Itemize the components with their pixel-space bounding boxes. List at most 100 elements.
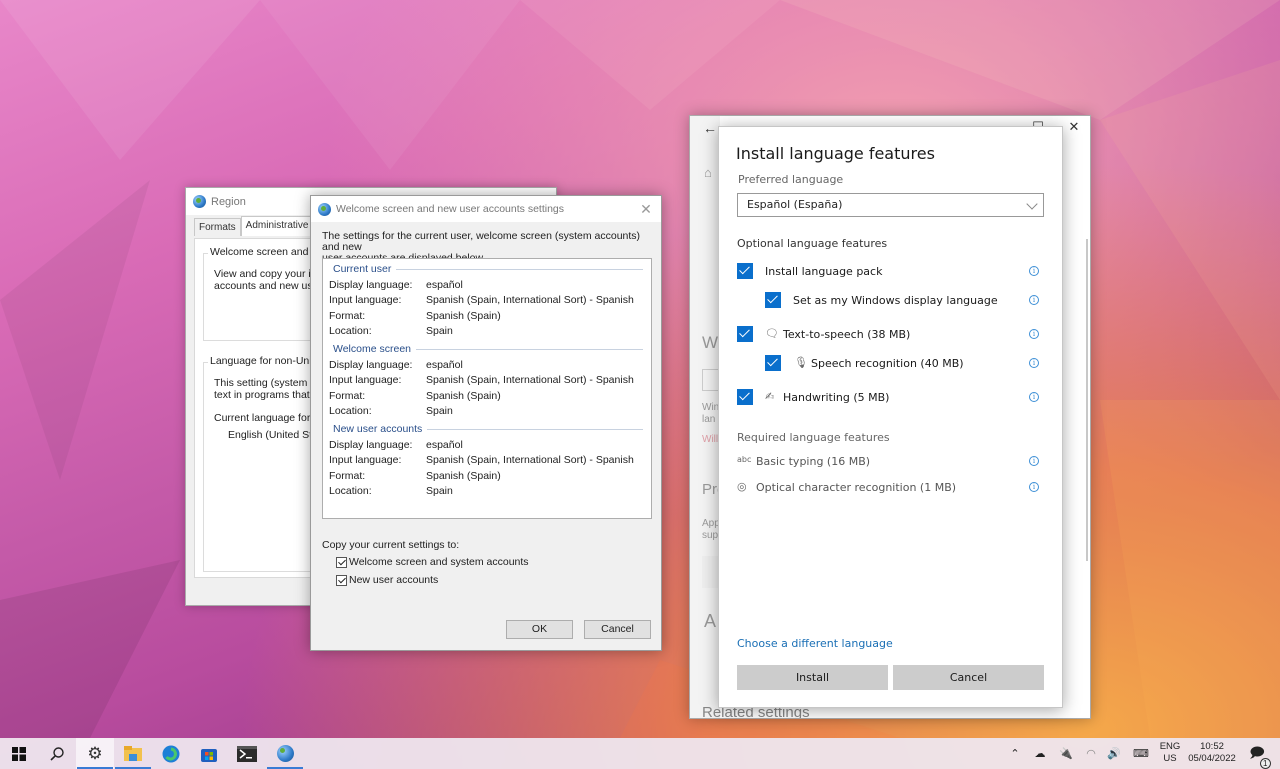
section-current-user: Current user [333, 263, 643, 275]
checkbox-checked-icon[interactable] [336, 574, 347, 586]
settings-summary-box: Current user Display language: español In… [322, 258, 652, 519]
kv-value: Spanish (Spain) [426, 310, 501, 322]
kv-value: español [426, 359, 463, 371]
kv-row: Format: Spanish (Spain) [329, 470, 501, 482]
info-icon[interactable]: i [1029, 482, 1039, 492]
notification-icon: 🗩 1 [1249, 742, 1271, 769]
preferred-language-label: Preferred language [738, 173, 844, 186]
wifi-icon[interactable]: ◠ [1082, 738, 1100, 769]
checkbox-checked-icon[interactable] [765, 292, 781, 308]
checkbox-new-user-accounts[interactable]: New user accounts [336, 574, 438, 586]
kv-key: Location: [329, 405, 372, 417]
copy-settings-label: Copy your current settings to: [322, 539, 460, 551]
install-button[interactable]: Install [737, 665, 888, 690]
taskbar-file-explorer[interactable] [114, 738, 152, 769]
choose-different-language-link[interactable]: Choose a different language [737, 637, 893, 650]
clock[interactable]: 10:52 05/04/2022 [1186, 741, 1238, 765]
kv-value: español [426, 439, 463, 451]
intro-line-1: The settings for the current user, welco… [322, 230, 641, 253]
region-tabs: Formats Administrative [194, 216, 314, 236]
back-arrow-icon[interactable]: ← [703, 120, 717, 136]
peek-text: Win [702, 402, 720, 413]
volume-icon[interactable]: 🔊 [1104, 738, 1124, 769]
handwriting-icon: ✍ [765, 390, 775, 403]
feature-basic-typing: abc Basic typing (16 MB) i [719, 451, 1064, 473]
welcome-group-text-1: View and copy your inte [214, 268, 326, 280]
preferred-language-value: Español (España) [747, 198, 843, 211]
power-icon[interactable]: 🔌 [1056, 738, 1076, 769]
checkbox-checked-icon[interactable] [765, 355, 781, 371]
feature-label: Text-to-speech (38 MB) [783, 328, 911, 341]
peek-heading: A [704, 611, 717, 631]
taskbar-region[interactable] [266, 738, 304, 769]
feature-ocr: ◎ Optical character recognition (1 MB) i [719, 477, 1064, 499]
kv-row: Location: Spain [329, 485, 453, 497]
tab-administrative[interactable]: Administrative [240, 216, 314, 236]
info-icon[interactable]: i [1029, 295, 1039, 305]
taskbar-edge[interactable] [152, 738, 190, 769]
taskbar-store[interactable] [190, 738, 228, 769]
kv-value: Spanish (Spain) [426, 390, 501, 402]
kv-key: Format: [329, 310, 366, 322]
touch-keyboard-icon[interactable]: ⌨ [1130, 738, 1152, 769]
section-heading: Current user [333, 263, 392, 275]
welcome-settings-dialog: Welcome screen and new user accounts set… [310, 195, 662, 651]
section-new-user-accounts: New user accounts [333, 423, 643, 435]
kv-row: Input language: Spanish (Spain, Internati… [329, 374, 634, 386]
feature-set-display-language: Set as my Windows display language i [719, 290, 1064, 312]
show-hidden-icons-button[interactable]: ⌃ [1006, 738, 1024, 769]
checkbox-checked-icon[interactable] [737, 389, 753, 405]
peek-text: sup [702, 530, 719, 541]
onedrive-icon[interactable]: ☁ [1030, 738, 1050, 769]
taskbar-terminal[interactable] [228, 738, 266, 769]
feature-label: Install language pack [765, 265, 883, 278]
scrollbar[interactable] [1086, 239, 1088, 561]
feature-label: Handwriting (5 MB) [783, 391, 890, 404]
welcome-title-bar[interactable]: Welcome screen and new user accounts set… [311, 196, 661, 222]
info-icon[interactable]: i [1029, 329, 1039, 339]
keyboard-layout-code: US [1163, 753, 1177, 764]
kv-key: Input language: [329, 374, 402, 386]
checkbox-checked-icon[interactable] [737, 326, 753, 342]
checkbox-checked-icon[interactable] [336, 556, 347, 568]
cancel-button[interactable]: Cancel [584, 620, 651, 639]
required-features-label: Required language features [737, 431, 890, 444]
section-heading: Welcome screen [333, 343, 412, 355]
checkbox-label: Welcome screen and system accounts [349, 556, 529, 568]
feature-label: Optical character recognition (1 MB) [756, 481, 957, 494]
checkbox-label: New user accounts [349, 574, 439, 586]
close-window-icon[interactable]: ✕ [1059, 119, 1089, 135]
input-language-indicator[interactable]: ENG US [1158, 741, 1182, 765]
kv-key: Display language: [329, 279, 413, 291]
kv-row: Input language: Spanish (Spain, Internati… [329, 454, 634, 466]
home-icon[interactable]: ⌂ [704, 165, 712, 180]
action-center-button[interactable]: 🗩 1 [1244, 738, 1271, 769]
start-button[interactable] [0, 738, 38, 769]
feature-label: Set as my Windows display language [793, 294, 998, 307]
info-icon[interactable]: i [1029, 266, 1039, 276]
kv-row: Display language: español [329, 439, 463, 451]
kv-row: Location: Spain [329, 405, 453, 417]
preferred-language-dropdown[interactable]: Español (España) [737, 193, 1044, 217]
tab-formats[interactable]: Formats [194, 218, 241, 236]
info-icon[interactable]: i [1029, 456, 1039, 466]
kv-row: Display language: español [329, 359, 463, 371]
kv-value: Spanish (Spain, International Sort) - Sp… [426, 374, 634, 386]
kv-key: Display language: [329, 359, 413, 371]
kv-row: Input language: Spanish (Spain, Internati… [329, 294, 634, 306]
search-button[interactable] [38, 738, 76, 769]
text-to-speech-icon: 🗨 [765, 327, 779, 340]
kv-key: Format: [329, 470, 366, 482]
section-heading: New user accounts [333, 423, 423, 435]
ok-button[interactable]: OK [506, 620, 573, 639]
taskbar-settings[interactable]: ⚙ [76, 738, 114, 769]
peek-warning: Will [702, 434, 719, 445]
kv-row: Location: Spain [329, 325, 453, 337]
cancel-install-button[interactable]: Cancel [893, 665, 1044, 690]
close-icon[interactable]: ✕ [637, 200, 655, 218]
checkbox-checked-icon[interactable] [737, 263, 753, 279]
info-icon[interactable]: i [1029, 358, 1039, 368]
feature-label: Basic typing (16 MB) [756, 455, 871, 468]
checkbox-welcome-system-accounts[interactable]: Welcome screen and system accounts [336, 556, 529, 568]
info-icon[interactable]: i [1029, 392, 1039, 402]
